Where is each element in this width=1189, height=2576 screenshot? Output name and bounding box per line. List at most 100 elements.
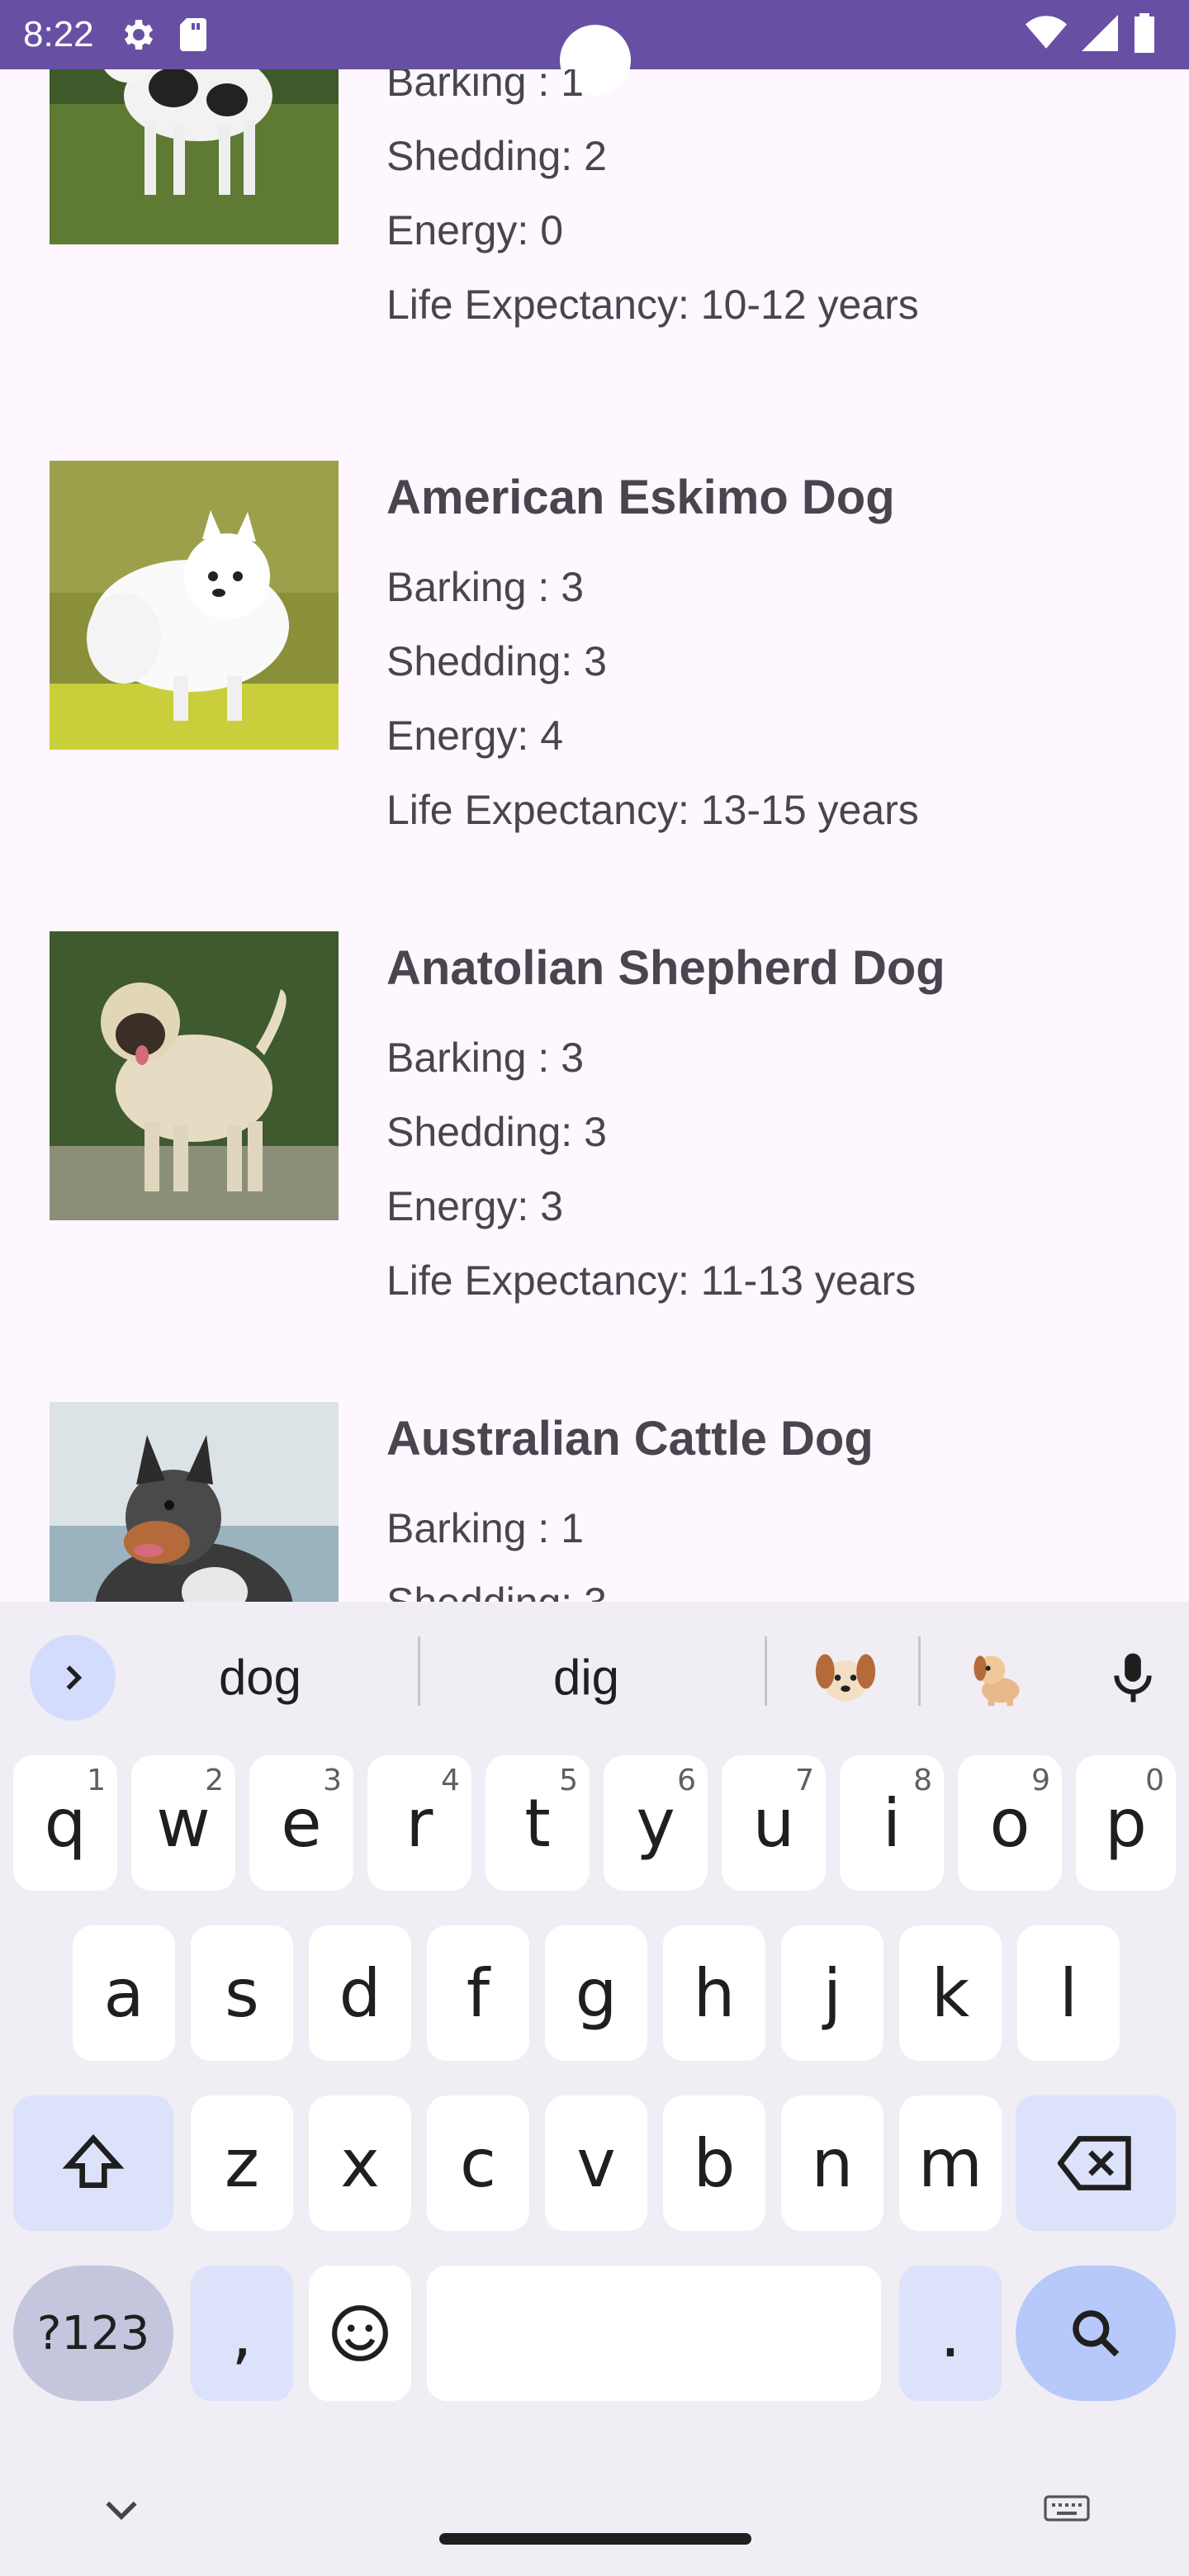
key-j[interactable]: j (781, 1925, 883, 2061)
keyboard-expand-button[interactable] (30, 1635, 116, 1721)
key-m[interactable]: m (899, 2095, 1002, 2231)
key-c[interactable]: c (427, 2095, 529, 2231)
dog-shedding: Shedding: 2 (386, 133, 607, 179)
home-gesture-pill[interactable] (439, 2533, 751, 2545)
dog-barking: Barking : 1 (386, 1505, 585, 1551)
key-hint: 8 (913, 1764, 932, 1797)
microphone-icon (1114, 1653, 1152, 1702)
key-hint: 2 (205, 1764, 224, 1797)
symbols-key[interactable]: ?123 (13, 2266, 173, 2401)
smiley-icon (332, 2305, 388, 2361)
key-s[interactable]: s (191, 1925, 293, 2061)
shift-key[interactable] (13, 2095, 173, 2231)
dog-name: American Eskimo Dog (386, 471, 895, 524)
emoji-key[interactable] (309, 2266, 411, 2401)
key-b[interactable]: b (663, 2095, 765, 2231)
dog-energy: Energy: 3 (386, 1183, 564, 1229)
navigation-area (0, 2394, 1189, 2576)
key-i[interactable]: i8 (840, 1755, 944, 1891)
key-q[interactable]: q1 (13, 1755, 117, 1891)
keyboard-hide-chevron-icon[interactable] (101, 2493, 142, 2531)
dog-list-item[interactable]: Australian Cattle Dog Barking : 1 Sheddi… (0, 1402, 1189, 1602)
dog-energy: Energy: 0 (386, 207, 564, 253)
key-o[interactable]: o9 (958, 1755, 1062, 1891)
key-d[interactable]: d (309, 1925, 411, 2061)
key-e[interactable]: e3 (249, 1755, 353, 1891)
dog-barking: Barking : 3 (386, 1035, 585, 1081)
key-label: r (405, 1784, 433, 1862)
suggestion-bar: dog dig (0, 1602, 1189, 1740)
key-g[interactable]: g (545, 1925, 647, 2061)
dog-life-expectancy: Life Expectancy: 10-12 years (386, 282, 919, 328)
key-label: w (156, 1784, 211, 1862)
settings-gear-icon (117, 15, 157, 59)
suggestion-2[interactable]: dig (462, 1635, 710, 1721)
emoji-suggestion-2[interactable] (955, 1635, 1040, 1721)
suggestion-divider (918, 1636, 921, 1706)
key-p[interactable]: p0 (1076, 1755, 1176, 1891)
key-label: i (882, 1784, 902, 1862)
voice-input-button[interactable] (1090, 1635, 1176, 1721)
key-z[interactable]: z (191, 2095, 293, 2231)
key-v[interactable]: v (545, 2095, 647, 2231)
key-f[interactable]: f (427, 1925, 529, 2061)
dog-photo (50, 69, 339, 244)
key-hint: 1 (87, 1764, 106, 1797)
dog-barking: Barking : 1 (386, 69, 585, 105)
key-l[interactable]: l (1017, 1925, 1120, 2061)
wifi-icon (1026, 15, 1067, 55)
key-hint: 9 (1031, 1764, 1050, 1797)
dog-photo (50, 1402, 339, 1602)
search-icon (1073, 2310, 1120, 2357)
dog-photo (50, 931, 339, 1220)
key-y[interactable]: y6 (604, 1755, 708, 1891)
dog-list-item[interactable]: American Eskimo Dog Barking : 3 Shedding… (0, 461, 1189, 931)
emoji-suggestion-1[interactable] (803, 1635, 888, 1721)
dog-shedding: Shedding: 3 (386, 1565, 1163, 1602)
suggestion-1[interactable]: dog (149, 1635, 372, 1721)
backspace-key[interactable] (1016, 2095, 1176, 2231)
dog-life-expectancy: Life Expectancy: 11-13 years (386, 1257, 917, 1304)
dog-list-item[interactable]: Barking : 1 Shedding: 2 Energy: 0 Life E… (0, 69, 1189, 426)
dog-emoji-icon (973, 1655, 1020, 1707)
key-h[interactable]: h (663, 1925, 765, 2061)
backspace-icon (1058, 2136, 1131, 2190)
key-label: q (44, 1784, 87, 1862)
keyboard-switch-icon[interactable] (1042, 2493, 1092, 2531)
key-x[interactable]: x (309, 2095, 411, 2231)
key-hint: 6 (677, 1764, 696, 1797)
key-hint: 4 (441, 1764, 460, 1797)
search-key[interactable] (1016, 2266, 1176, 2401)
key-label: y (636, 1784, 675, 1862)
key-label: p (1105, 1784, 1147, 1862)
dog-barking: Barking : 3 (386, 564, 585, 610)
key-w[interactable]: w2 (131, 1755, 235, 1891)
key-r[interactable]: r4 (367, 1755, 471, 1891)
period-key[interactable]: . (899, 2266, 1002, 2401)
key-hint: 0 (1145, 1764, 1164, 1797)
key-label: e (281, 1784, 322, 1862)
key-label: t (524, 1784, 551, 1862)
dog-shedding: Shedding: 3 (386, 638, 607, 684)
dog-shedding: Shedding: 3 (386, 1109, 607, 1155)
comma-key[interactable]: , (191, 2266, 293, 2401)
key-t[interactable]: t5 (486, 1755, 590, 1891)
dog-name: Australian Cattle Dog (386, 1412, 874, 1466)
cellular-signal-icon (1082, 15, 1118, 55)
key-label: u (752, 1784, 795, 1862)
space-key[interactable] (427, 2266, 881, 2401)
dog-name: Anatolian Shepherd Dog (386, 941, 945, 995)
dog-photo (50, 461, 339, 750)
key-a[interactable]: a (73, 1925, 175, 2061)
key-u[interactable]: u7 (722, 1755, 826, 1891)
dog-list[interactable]: Barking : 1 Shedding: 2 Energy: 0 Life E… (0, 69, 1189, 1602)
key-hint: 3 (323, 1764, 342, 1797)
shift-arrow-icon (62, 2134, 125, 2188)
key-k[interactable]: k (899, 1925, 1002, 2061)
key-hint: 7 (795, 1764, 814, 1797)
suggestion-divider (765, 1636, 767, 1706)
dog-life-expectancy: Life Expectancy: 13-15 years (386, 787, 919, 833)
key-n[interactable]: n (781, 2095, 883, 2231)
key-label: o (989, 1784, 1030, 1862)
dog-list-item[interactable]: Anatolian Shepherd Dog Barking : 3 Shedd… (0, 931, 1189, 1402)
